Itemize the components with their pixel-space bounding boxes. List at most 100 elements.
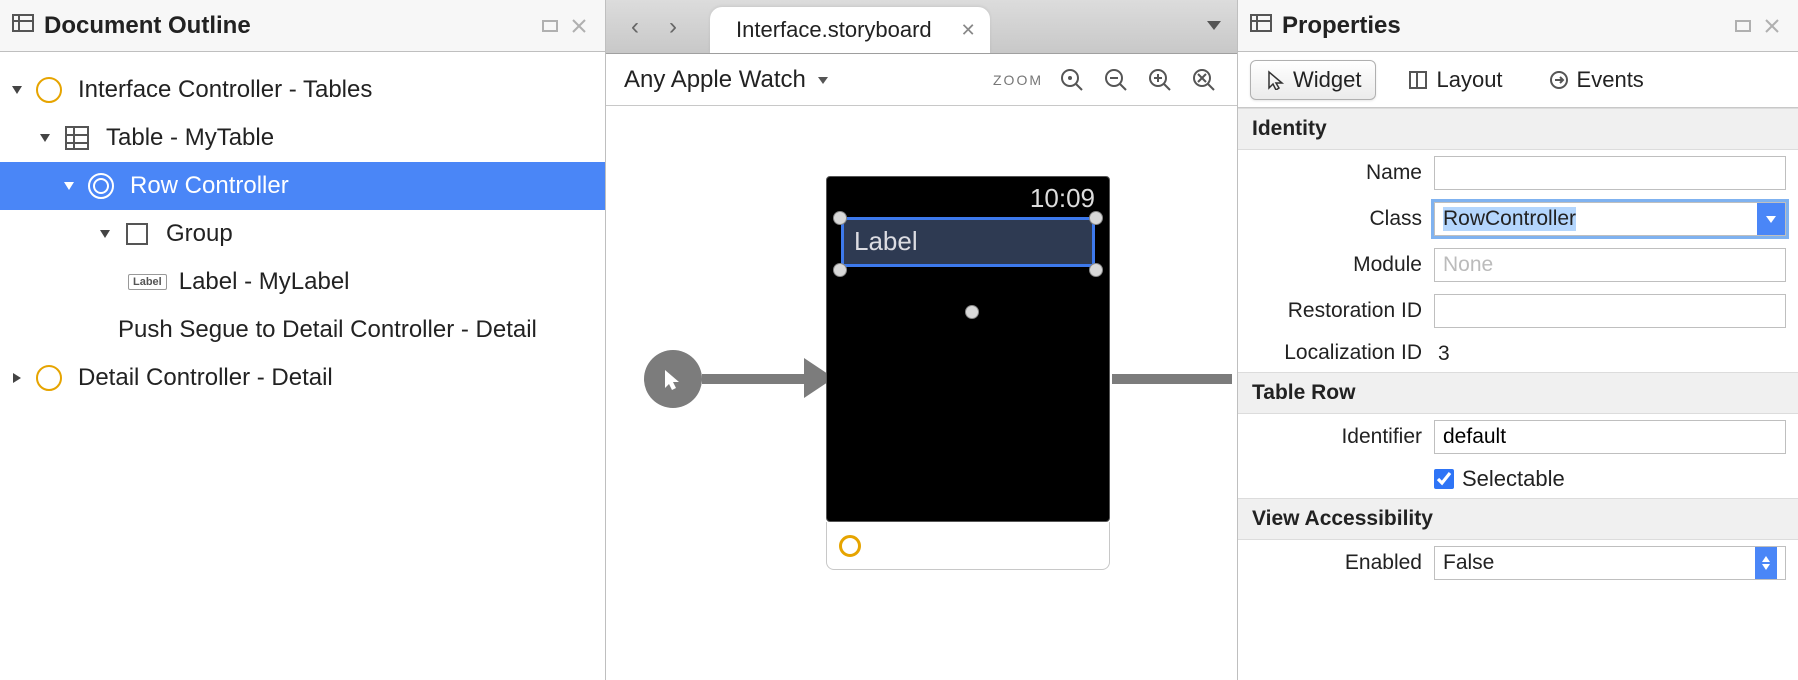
tree-item-interface-controller[interactable]: Interface Controller - Tables xyxy=(0,66,605,114)
zoom-reset-icon[interactable] xyxy=(1057,65,1087,95)
section-table-row: Table Row xyxy=(1238,372,1798,414)
prop-class: Class RowController xyxy=(1238,196,1798,242)
selectable-checkbox[interactable] xyxy=(1434,469,1454,489)
tree-label: Interface Controller - Tables xyxy=(78,76,372,104)
resize-handle[interactable] xyxy=(833,263,847,277)
prop-name: Name xyxy=(1238,150,1798,196)
tree-item-table[interactable]: Table - MyTable xyxy=(0,114,605,162)
tree-item-row-controller[interactable]: Row Controller xyxy=(0,162,605,210)
prop-label: Localization ID xyxy=(1250,341,1434,365)
editor-tab[interactable]: Interface.storyboard ✕ xyxy=(710,7,990,53)
watch-time: 10:09 xyxy=(1030,183,1095,214)
outline-icon xyxy=(12,12,34,40)
section-accessibility: View Accessibility xyxy=(1238,498,1798,540)
close-tab-icon[interactable]: ✕ xyxy=(961,20,976,41)
zoom-fit-icon[interactable] xyxy=(1189,65,1219,95)
localization-value: 3 xyxy=(1434,342,1450,365)
resize-handle[interactable] xyxy=(965,305,979,319)
stepper-icon[interactable] xyxy=(1755,547,1777,579)
restoration-input[interactable] xyxy=(1434,294,1786,328)
identifier-input[interactable] xyxy=(1434,420,1786,454)
enabled-value: False xyxy=(1443,551,1494,575)
controller-dock-icon[interactable] xyxy=(839,535,861,557)
close-icon[interactable] xyxy=(565,18,593,34)
nav-forward-icon[interactable]: › xyxy=(654,13,692,41)
chevron-down-icon[interactable] xyxy=(8,83,26,97)
group-icon xyxy=(120,217,154,251)
editor-panel: ‹ › Interface.storyboard ✕ Any Apple Wat… xyxy=(606,0,1238,680)
name-input[interactable] xyxy=(1434,156,1786,190)
nav-back-icon[interactable]: ‹ xyxy=(616,13,654,41)
device-label: Any Apple Watch xyxy=(624,66,806,94)
outline-header: Document Outline xyxy=(0,0,605,52)
chevron-down-icon[interactable] xyxy=(1757,203,1785,235)
prop-label: Identifier xyxy=(1250,425,1434,449)
zoom-label: ZOOM xyxy=(993,72,1043,88)
tab-label: Events xyxy=(1577,67,1644,93)
enabled-select[interactable]: False xyxy=(1434,546,1786,580)
label-element[interactable]: Label xyxy=(841,217,1095,267)
prop-restoration: Restoration ID xyxy=(1238,288,1798,334)
properties-title: Properties xyxy=(1282,12,1401,40)
tree-item-group[interactable]: Group xyxy=(0,210,605,258)
outline-tree: Interface Controller - Tables Table - My… xyxy=(0,52,605,402)
class-value: RowController xyxy=(1443,207,1576,231)
watch-scene[interactable]: 10:09 Label xyxy=(826,176,1110,570)
tab-label: Layout xyxy=(1436,67,1502,93)
tree-label: Detail Controller - Detail xyxy=(78,364,333,392)
prop-label: Module xyxy=(1250,253,1434,277)
tree-item-detail-controller[interactable]: Detail Controller - Detail xyxy=(0,354,605,402)
tab-label: Widget xyxy=(1293,67,1361,93)
chevron-down-icon[interactable] xyxy=(36,131,54,145)
section-identity: Identity xyxy=(1238,108,1798,150)
tree-label: Group xyxy=(166,220,233,248)
events-icon xyxy=(1549,70,1569,90)
tree-item-label[interactable]: Label Label - MyLabel xyxy=(0,258,605,306)
device-picker[interactable]: Any Apple Watch xyxy=(624,66,830,94)
zoom-in-icon[interactable] xyxy=(1145,65,1175,95)
close-icon[interactable] xyxy=(1758,18,1786,34)
prop-localization: Localization ID 3 xyxy=(1238,334,1798,372)
watch-screen[interactable]: 10:09 Label xyxy=(826,176,1110,522)
tab-menu-icon[interactable] xyxy=(1205,14,1223,40)
properties-icon xyxy=(1250,12,1272,40)
selectable-label: Selectable xyxy=(1462,466,1565,492)
tab-layout[interactable]: Layout xyxy=(1394,61,1516,99)
zoom-out-icon[interactable] xyxy=(1101,65,1131,95)
tab-events[interactable]: Events xyxy=(1535,61,1658,99)
tree-item-segue[interactable]: Push Segue to Detail Controller - Detail xyxy=(0,306,605,354)
scene-dock[interactable] xyxy=(826,522,1110,570)
resize-handle[interactable] xyxy=(1089,263,1103,277)
layout-icon xyxy=(1408,70,1428,90)
prop-enabled: Enabled False xyxy=(1238,540,1798,586)
chevron-down-icon[interactable] xyxy=(60,179,78,193)
entry-point-icon[interactable] xyxy=(644,350,702,408)
controller-icon xyxy=(32,361,66,395)
tree-label: Row Controller xyxy=(130,172,289,200)
prop-label: Name xyxy=(1250,161,1434,185)
class-combobox[interactable]: RowController xyxy=(1434,202,1786,236)
canvas-toolbar: Any Apple Watch ZOOM xyxy=(606,54,1237,106)
chevron-right-icon[interactable] xyxy=(8,371,26,385)
label-text: Label xyxy=(854,226,918,256)
chevron-down-icon[interactable] xyxy=(96,227,114,241)
resize-handle[interactable] xyxy=(833,211,847,225)
prop-label: Class xyxy=(1250,207,1434,231)
properties-header: Properties xyxy=(1238,0,1798,52)
storyboard-canvas[interactable]: 10:09 Label xyxy=(606,106,1237,680)
resize-handle[interactable] xyxy=(1089,211,1103,225)
minimize-icon[interactable] xyxy=(1728,17,1758,35)
editor-tabbar: ‹ › Interface.storyboard ✕ xyxy=(606,0,1237,54)
prop-identifier: Identifier xyxy=(1238,414,1798,460)
minimize-icon[interactable] xyxy=(535,17,565,35)
table-icon xyxy=(60,121,94,155)
prop-module: Module xyxy=(1238,242,1798,288)
controller-icon xyxy=(32,73,66,107)
prop-label: Restoration ID xyxy=(1250,299,1434,323)
cursor-icon xyxy=(1265,70,1285,90)
module-input[interactable] xyxy=(1434,248,1786,282)
inspector-tabs: Widget Layout Events xyxy=(1238,52,1798,108)
tab-widget[interactable]: Widget xyxy=(1250,60,1376,100)
tab-title: Interface.storyboard xyxy=(736,17,932,43)
row-controller-icon xyxy=(84,169,118,203)
